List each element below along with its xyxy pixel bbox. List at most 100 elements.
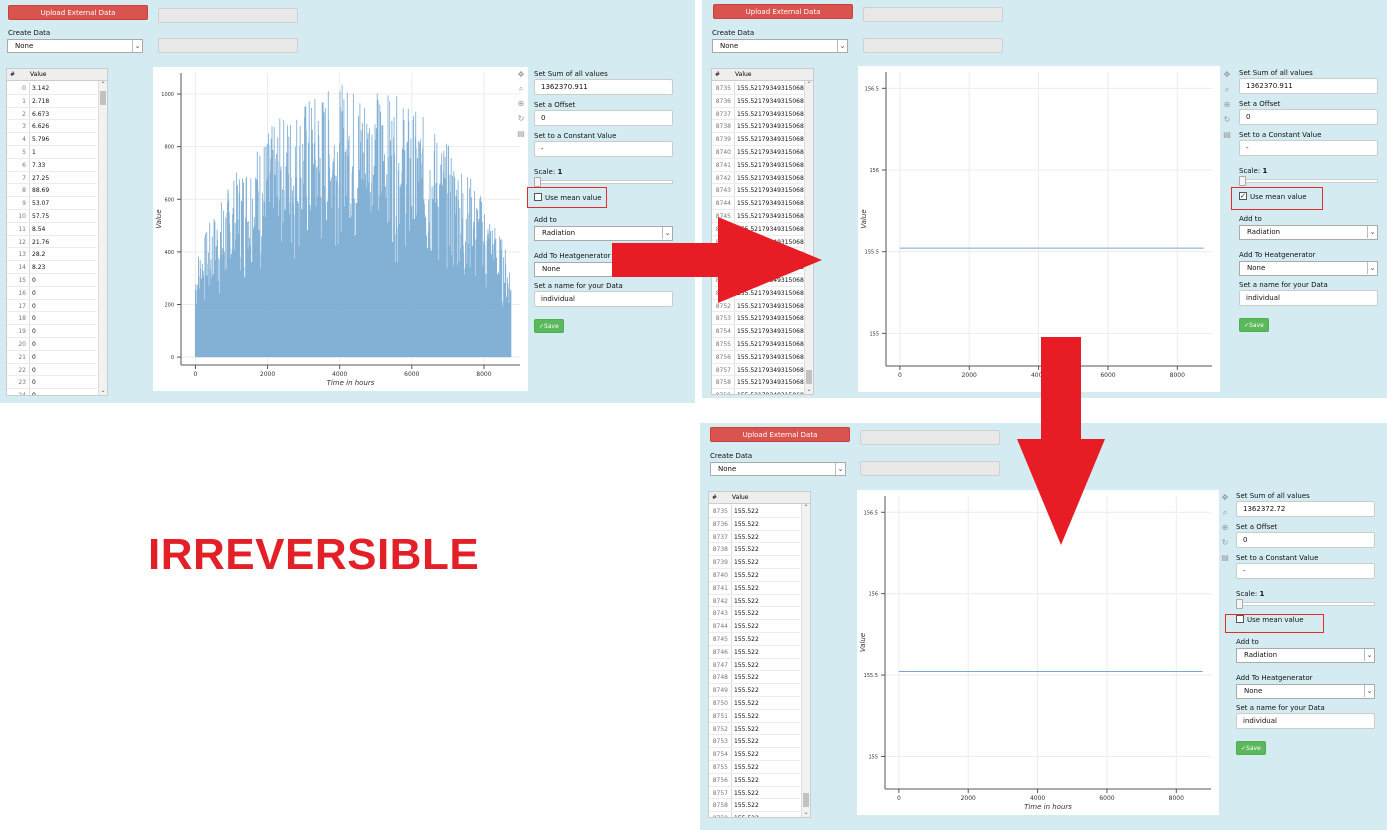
- table-row[interactable]: 8738 155.522: [709, 543, 800, 557]
- reset-icon[interactable]: ↻: [1220, 538, 1230, 548]
- add-to-select[interactable]: Radiation ⌄: [1239, 225, 1378, 240]
- table-row[interactable]: 8758 155.52179349315068: [712, 376, 804, 390]
- table-row[interactable]: 12 21.76: [7, 235, 97, 249]
- table-row[interactable]: 3 6.626: [7, 120, 97, 134]
- checkbox-box[interactable]: [1236, 615, 1244, 623]
- scroll-thumb[interactable]: [803, 793, 809, 807]
- table-row[interactable]: 9 53.07: [7, 197, 97, 210]
- sum-input[interactable]: 1362372.72: [1236, 501, 1375, 517]
- table-row[interactable]: 8737 155.522: [709, 530, 800, 544]
- table-row[interactable]: 8745 155.522: [709, 633, 800, 646]
- table-row[interactable]: 8747 155.522: [709, 658, 800, 672]
- table-row[interactable]: 8735 155.52179349315068: [712, 82, 804, 95]
- table-row[interactable]: 8755 155.522: [709, 761, 800, 774]
- create-data-select[interactable]: None ⌄: [7, 39, 143, 53]
- checkbox-box[interactable]: [534, 193, 542, 201]
- table-row[interactable]: 1 2.718: [7, 94, 97, 108]
- table-row[interactable]: 0 3.142: [7, 82, 97, 95]
- table-row[interactable]: 8756 155.52179349315068: [712, 350, 804, 364]
- table-row[interactable]: 14 8.23: [7, 261, 97, 274]
- table-row[interactable]: 8759 155.522: [709, 812, 800, 817]
- table-row[interactable]: 8736 155.522: [709, 517, 800, 531]
- pan-icon[interactable]: ✥: [516, 70, 526, 80]
- reset-icon[interactable]: ↻: [1222, 115, 1232, 125]
- heatgen-select[interactable]: None ⌄: [1236, 684, 1375, 699]
- table-row[interactable]: 8744 155.522: [709, 620, 800, 633]
- create-data-select[interactable]: None ⌄: [710, 462, 846, 476]
- table-row[interactable]: 8756 155.522: [709, 773, 800, 787]
- table-row[interactable]: 8744 155.52179349315068: [712, 197, 804, 210]
- scroll-up-icon[interactable]: ⌃: [805, 81, 813, 89]
- table-row[interactable]: 16 0: [7, 286, 97, 300]
- table-row[interactable]: 8741 155.52179349315068: [712, 158, 804, 172]
- table-row[interactable]: 21 0: [7, 350, 97, 364]
- table-row[interactable]: 8753 155.522: [709, 735, 800, 749]
- use-mean-checkbox[interactable]: Use mean value: [534, 193, 602, 202]
- heatgen-select[interactable]: None ⌄: [1239, 261, 1378, 276]
- table-row[interactable]: 8753 155.52179349315068: [712, 312, 804, 326]
- wheel-zoom-icon[interactable]: ⊕: [1222, 100, 1232, 110]
- table-row[interactable]: 24 0: [7, 389, 97, 395]
- table-row[interactable]: 8736 155.52179349315068: [712, 94, 804, 108]
- pan-icon[interactable]: ✥: [1220, 493, 1230, 503]
- data-table[interactable]: # Value 0 3.142 1 2.718 2 6.673 3 6.626 4 5.796 5 1 6 7…: [6, 68, 108, 396]
- table-row[interactable]: 7 27.25: [7, 171, 97, 185]
- table-row[interactable]: 8759 155.52179349315068: [712, 389, 804, 394]
- table-row[interactable]: 8757 155.522: [709, 786, 800, 800]
- scroll-up-icon[interactable]: ⌃: [802, 504, 810, 512]
- constant-input[interactable]: -: [1236, 563, 1375, 579]
- table-scrollbar[interactable]: ⌃ ⌄: [801, 504, 810, 817]
- scroll-thumb[interactable]: [100, 91, 106, 105]
- table-row[interactable]: 8741 155.522: [709, 581, 800, 595]
- scale-slider[interactable]: [1239, 176, 1378, 186]
- table-scrollbar[interactable]: ⌃ ⌄: [98, 81, 107, 395]
- scroll-down-icon[interactable]: ⌄: [802, 809, 810, 817]
- save-button[interactable]: ✓Save: [1236, 741, 1266, 755]
- save-plot-icon[interactable]: ▤: [516, 129, 526, 139]
- table-row[interactable]: 8750 155.522: [709, 697, 800, 710]
- table-row[interactable]: 23 0: [7, 376, 97, 390]
- table-row[interactable]: 18 0: [7, 312, 97, 326]
- table-row[interactable]: 8740 155.52179349315068: [712, 146, 804, 159]
- save-plot-icon[interactable]: ▤: [1222, 130, 1232, 140]
- save-plot-icon[interactable]: ▤: [1220, 553, 1230, 563]
- table-row[interactable]: 8754 155.522: [709, 748, 800, 761]
- save-button[interactable]: ✓Save: [534, 319, 564, 333]
- name-input[interactable]: individual: [1236, 713, 1375, 729]
- table-row[interactable]: 8752 155.522: [709, 722, 800, 736]
- scale-slider-handle[interactable]: [534, 177, 541, 187]
- scroll-up-icon[interactable]: ⌃: [99, 81, 107, 89]
- scale-slider-handle[interactable]: [1236, 599, 1243, 609]
- sum-input[interactable]: 1362370.911: [1239, 78, 1378, 94]
- box-zoom-icon[interactable]: ⌕: [1222, 85, 1232, 95]
- table-row[interactable]: 17 0: [7, 299, 97, 313]
- upload-external-data-button[interactable]: Upload External Data: [713, 4, 853, 19]
- scroll-down-icon[interactable]: ⌄: [99, 387, 107, 395]
- table-row[interactable]: 2 6.673: [7, 107, 97, 121]
- table-row[interactable]: 8739 155.52179349315068: [712, 133, 804, 146]
- table-row[interactable]: 8740 155.522: [709, 569, 800, 582]
- scroll-thumb[interactable]: [806, 370, 812, 384]
- save-button[interactable]: ✓Save: [1239, 318, 1269, 332]
- use-mean-checkbox[interactable]: Use mean value: [1236, 615, 1304, 624]
- table-row[interactable]: 8739 155.522: [709, 556, 800, 569]
- table-row[interactable]: 8743 155.52179349315068: [712, 184, 804, 198]
- table-row[interactable]: 6 7.33: [7, 158, 97, 172]
- table-row[interactable]: 8748 155.522: [709, 671, 800, 685]
- wheel-zoom-icon[interactable]: ⊕: [516, 99, 526, 109]
- plot-area[interactable]: 0 2000 4000 6000 8000 0 200 400 600 800 1000 Time i…: [153, 67, 528, 391]
- reset-icon[interactable]: ↻: [516, 114, 526, 124]
- create-data-select[interactable]: None ⌄: [712, 39, 848, 53]
- upload-external-data-button[interactable]: Upload External Data: [710, 427, 850, 442]
- table-row[interactable]: 8746 155.522: [709, 645, 800, 659]
- scroll-down-icon[interactable]: ⌄: [805, 386, 813, 394]
- scale-slider-handle[interactable]: [1239, 176, 1246, 186]
- wheel-zoom-icon[interactable]: ⊕: [1220, 523, 1230, 533]
- use-mean-checkbox[interactable]: ✓ Use mean value: [1239, 192, 1307, 201]
- upload-external-data-button[interactable]: Upload External Data: [8, 5, 148, 20]
- constant-input[interactable]: -: [534, 141, 673, 157]
- table-row[interactable]: 8758 155.522: [709, 799, 800, 813]
- checkbox-box[interactable]: ✓: [1239, 192, 1247, 200]
- table-row[interactable]: 13 28.2: [7, 248, 97, 262]
- scale-slider[interactable]: [534, 177, 673, 187]
